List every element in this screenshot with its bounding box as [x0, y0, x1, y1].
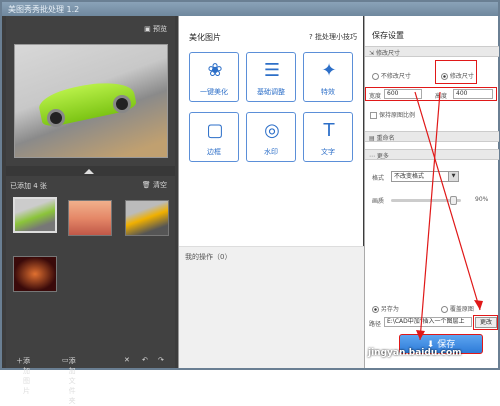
tool-label: 一键美化	[200, 88, 228, 96]
tool-label: 文字	[321, 148, 335, 156]
highlight-box-resize	[435, 60, 477, 84]
clear-button[interactable]: 🗑 清空	[142, 180, 167, 190]
add-folder-label: 添加文件夹	[68, 357, 76, 405]
keep-ratio-checkbox[interactable]	[370, 112, 377, 119]
rotate-right-icon[interactable]: ↷	[158, 356, 164, 364]
text-icon: T	[323, 120, 335, 141]
added-count: 已添加 4 张	[10, 182, 47, 190]
resize-header-label: 修改尺寸	[375, 50, 400, 57]
preview-icon: ▣	[144, 25, 153, 33]
keep-ratio-label: 保持原图比例	[379, 112, 416, 119]
save-settings-title: 保存设置	[372, 31, 404, 40]
rename-section-header[interactable]: ▤ 重命名	[365, 131, 499, 142]
path-label: 路径	[369, 321, 382, 328]
quality-slider-knob[interactable]	[450, 196, 457, 205]
my-operations-panel: 我的操作（0）	[179, 246, 364, 368]
car-wheel	[47, 109, 65, 127]
tool-watermark[interactable]: ◎ 水印	[246, 112, 296, 162]
tool-basic-adjust[interactable]: ☰ 基础调整	[246, 52, 296, 102]
no-resize-label: 不修改尺寸	[380, 73, 411, 80]
more-icon: ⋯	[369, 153, 377, 160]
tool-label: 特效	[321, 88, 335, 96]
car-wheel	[113, 95, 131, 113]
rename-header-label: 重命名	[376, 135, 395, 142]
highlight-box-size	[365, 87, 497, 101]
photo-panel: ▣ 预览 已添加 4 张 🗑 清空 ＋ 添加图片 ▭ 添加文件夹 ✕ ↶ ↷	[6, 16, 175, 405]
clear-label: 清空	[153, 181, 167, 189]
tips-label: 批处理小技巧	[315, 33, 357, 41]
add-folder-button[interactable]: ▭ 添加文件夹	[62, 356, 76, 405]
no-resize-radio[interactable]	[372, 73, 379, 80]
overwrite-radio[interactable]	[441, 306, 448, 313]
no-resize-option[interactable]: 不修改尺寸	[372, 71, 411, 80]
chevron-down-icon: ▼	[448, 172, 458, 181]
preview-button[interactable]: ▣ 预览	[144, 24, 167, 34]
keep-ratio-option[interactable]: 保持原图比例	[370, 110, 415, 119]
save-settings-panel: 保存设置 ⇲ 修改尺寸 不修改尺寸 修改尺寸 宽度 600 高度 400 保持原…	[364, 16, 499, 368]
window-title: 美图秀秀批处理 1.2	[2, 2, 498, 16]
save-as-label: 另存为	[380, 306, 399, 313]
format-label: 格式	[372, 175, 385, 182]
rotate-left-icon[interactable]: ↶	[142, 356, 148, 364]
format-value: 不改变格式	[394, 173, 425, 180]
preview-label: 预览	[153, 25, 167, 33]
collapse-arrow-icon[interactable]	[84, 169, 94, 174]
more-section-header[interactable]: ⋯ 更多	[365, 149, 499, 160]
thumbnail-portrait[interactable]	[68, 200, 112, 236]
save-as-option[interactable]: 另存为	[372, 304, 399, 313]
watermark-icon: ◎	[264, 120, 280, 141]
tool-label: 基础调整	[257, 88, 285, 96]
resize-section-header[interactable]: ⇲ 修改尺寸	[365, 46, 499, 57]
overwrite-label: 覆盖原图	[449, 306, 474, 313]
tool-label: 边框	[207, 148, 221, 156]
resize-icon: ⇲	[369, 50, 376, 57]
thumbnail-car-green[interactable]	[13, 197, 57, 233]
thumbnail-car-yellow[interactable]	[125, 200, 169, 236]
more-header-label: 更多	[376, 153, 389, 160]
left-toolbar: ＋ 添加图片 ▭ 添加文件夹 ✕ ↶ ↷	[6, 356, 175, 405]
quality-slider[interactable]	[391, 196, 461, 205]
tool-text[interactable]: T 文字	[303, 112, 353, 162]
tulip-icon: ❀	[207, 60, 223, 81]
trash-icon: 🗑	[141, 181, 153, 189]
tool-frame[interactable]: ▢ 边框	[189, 112, 239, 162]
sliders-icon: ☰	[263, 60, 281, 81]
beautify-title: 美化图片	[189, 33, 221, 42]
rename-icon: ▤	[369, 135, 377, 142]
beautify-panel: 美化图片 ? 批处理小技巧 ❀ 一键美化 ☰ 基础调整 ✦ 特效 ▢ 边框 ◎ …	[178, 16, 364, 368]
save-as-radio[interactable]	[372, 306, 379, 313]
frame-icon: ▢	[206, 120, 224, 141]
add-photo-label: 添加图片	[23, 357, 30, 395]
highlight-box-change	[473, 315, 498, 330]
add-photo-button[interactable]: ＋ 添加图片	[16, 356, 30, 395]
delete-icon[interactable]: ✕	[124, 356, 130, 364]
my-operations-label: 我的操作（0）	[185, 253, 232, 261]
app-window: 美图秀秀批处理 1.2 ▣ 预览 已添加 4 张 🗑 清空 ＋ 添加图片 ▭ 添…	[0, 0, 500, 405]
quality-value: 90%	[475, 196, 489, 203]
quality-label: 画质	[372, 198, 385, 205]
tips-link[interactable]: ? 批处理小技巧	[309, 32, 357, 42]
overwrite-option[interactable]: 覆盖原图	[441, 304, 474, 313]
watermark-text: jingyan.baidu.com	[368, 348, 462, 358]
path-input[interactable]: E:\CAD中加"插入一个图层上	[384, 317, 472, 327]
tool-label: 水印	[264, 148, 278, 156]
thumbnail-stage[interactable]	[13, 256, 57, 292]
format-select[interactable]: 不改变格式 ▼	[391, 171, 459, 182]
magic-wand-icon: ✦	[321, 60, 337, 81]
tool-one-click[interactable]: ❀ 一键美化	[189, 52, 239, 102]
preview-image	[14, 44, 168, 158]
tool-effects[interactable]: ✦ 特效	[303, 52, 353, 102]
